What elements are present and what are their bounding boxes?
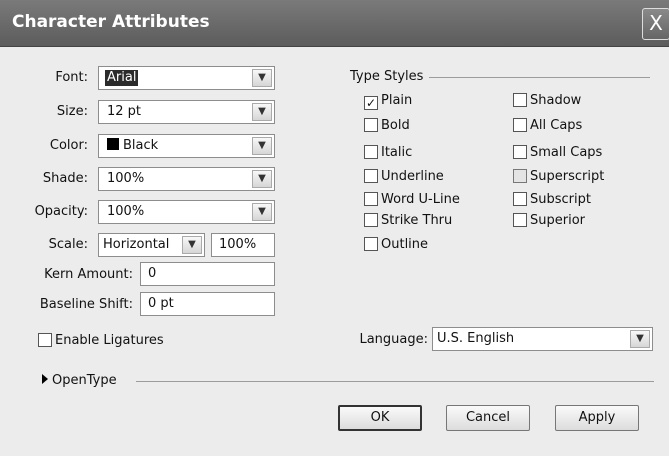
checkbox-underline[interactable]: Underline bbox=[364, 168, 444, 186]
scale-amount-field[interactable]: 100% bbox=[211, 233, 275, 257]
checkbox-superscript[interactable]: Superscript bbox=[513, 168, 604, 186]
disclosure-triangle-icon bbox=[42, 374, 48, 384]
checkbox-small-caps[interactable]: Small Caps bbox=[513, 144, 602, 162]
checkbox-shadow[interactable]: Shadow bbox=[513, 92, 581, 110]
color-value-wrap: Black bbox=[107, 138, 158, 154]
kern-amount-field[interactable]: 0 bbox=[140, 262, 275, 286]
enable-ligatures-label: Enable Ligatures bbox=[55, 333, 164, 348]
checkbox-italic[interactable]: Italic bbox=[364, 144, 412, 162]
underline-label: Underline bbox=[381, 169, 444, 184]
superior-label: Superior bbox=[530, 213, 585, 228]
small-caps-label: Small Caps bbox=[530, 145, 603, 160]
opentype-label: OpenType bbox=[52, 373, 117, 388]
checkbox-superior[interactable]: Superior bbox=[513, 212, 585, 230]
close-button[interactable]: X bbox=[642, 8, 669, 40]
word-u-line-label: Word U-Line bbox=[381, 192, 460, 207]
type-styles-title: Type Styles bbox=[350, 69, 430, 85]
font-dropdown[interactable]: Arial ▼ bbox=[98, 66, 275, 90]
bold-label: Bold bbox=[381, 118, 410, 133]
color-dropdown[interactable]: Black ▼ bbox=[98, 134, 275, 158]
ok-button[interactable]: OK bbox=[338, 405, 422, 431]
plain-label: Plain bbox=[381, 93, 413, 108]
character-attributes-dialog: Character Attributes X Font: Arial ▼ Siz… bbox=[0, 0, 669, 456]
checkbox-subscript[interactable]: Subscript bbox=[513, 191, 591, 209]
chevron-down-icon: ▼ bbox=[252, 170, 272, 188]
close-icon: X bbox=[649, 11, 663, 35]
checkbox-all-caps[interactable]: All Caps bbox=[513, 117, 582, 135]
checkbox-box bbox=[513, 213, 527, 227]
checkbox-box bbox=[513, 192, 527, 206]
checkbox-box bbox=[364, 192, 378, 206]
italic-label: Italic bbox=[381, 145, 413, 160]
checkbox-box bbox=[513, 93, 527, 107]
color-value: Black bbox=[123, 138, 159, 153]
scale-dropdown[interactable]: Horizontal ▼ bbox=[98, 233, 205, 257]
subscript-label: Subscript bbox=[530, 192, 591, 207]
chevron-down-icon: ▼ bbox=[252, 137, 272, 155]
size-value: 12 pt bbox=[107, 104, 142, 119]
shade-label: Shade: bbox=[42, 171, 88, 186]
checkbox-box bbox=[364, 145, 378, 159]
checkbox-outline[interactable]: Outline bbox=[364, 236, 428, 254]
checkbox-box bbox=[513, 169, 527, 183]
font-value: Arial bbox=[105, 70, 139, 86]
opentype-disclosure[interactable]: OpenType bbox=[42, 372, 123, 390]
language-dropdown[interactable]: U.S. English ▼ bbox=[432, 327, 653, 351]
checkbox-bold[interactable]: Bold bbox=[364, 117, 410, 135]
all-caps-label: All Caps bbox=[530, 118, 583, 133]
outline-label: Outline bbox=[381, 237, 429, 252]
chevron-down-icon: ▼ bbox=[630, 330, 650, 348]
dialog-title: Character Attributes bbox=[12, 12, 210, 32]
chevron-down-icon: ▼ bbox=[252, 203, 272, 221]
checkbox-box bbox=[513, 118, 527, 132]
opacity-value: 100% bbox=[107, 204, 145, 219]
checkbox-box bbox=[513, 145, 527, 159]
font-label: Font: bbox=[55, 70, 88, 85]
strike-thru-label: Strike Thru bbox=[381, 213, 453, 228]
opacity-label: Opacity: bbox=[34, 204, 88, 219]
size-label: Size: bbox=[56, 104, 88, 119]
shadow-label: Shadow bbox=[530, 93, 582, 108]
checkbox-word-u-line[interactable]: Word U-Line bbox=[364, 191, 460, 209]
title-bar: Character Attributes X bbox=[0, 0, 669, 47]
language-value: U.S. English bbox=[437, 331, 515, 346]
baseline-label: Baseline Shift: bbox=[39, 297, 133, 312]
checkbox-box bbox=[364, 118, 378, 132]
color-swatch bbox=[107, 138, 119, 150]
checkbox-box bbox=[364, 169, 378, 183]
enable-ligatures-checkbox[interactable]: Enable Ligatures bbox=[38, 332, 164, 350]
shade-value: 100% bbox=[107, 171, 145, 186]
checkbox-box bbox=[364, 237, 378, 251]
language-label: Language: bbox=[359, 332, 428, 347]
check-icon: ✓ bbox=[364, 96, 378, 110]
baseline-shift-field[interactable]: 0 pt bbox=[140, 292, 275, 316]
superscript-label: Superscript bbox=[530, 169, 605, 184]
size-dropdown[interactable]: 12 pt ▼ bbox=[98, 100, 275, 124]
chevron-down-icon: ▼ bbox=[252, 69, 272, 87]
chevron-down-icon: ▼ bbox=[182, 236, 202, 254]
color-label: Color: bbox=[49, 138, 88, 153]
shade-dropdown[interactable]: 100% ▼ bbox=[98, 167, 275, 191]
checkbox-strike-thru[interactable]: Strike Thru bbox=[364, 212, 452, 230]
scale-value: Horizontal bbox=[103, 237, 170, 252]
checkbox-plain[interactable]: ✓ Plain bbox=[364, 92, 412, 110]
opentype-rule bbox=[136, 381, 654, 382]
checkbox-box bbox=[38, 333, 52, 347]
apply-button[interactable]: Apply bbox=[555, 405, 639, 431]
cancel-button[interactable]: Cancel bbox=[446, 405, 530, 431]
chevron-down-icon: ▼ bbox=[252, 103, 272, 121]
kern-label: Kern Amount: bbox=[44, 267, 133, 282]
checkbox-box bbox=[364, 213, 378, 227]
opacity-dropdown[interactable]: 100% ▼ bbox=[98, 200, 275, 224]
scale-label: Scale: bbox=[48, 237, 88, 252]
